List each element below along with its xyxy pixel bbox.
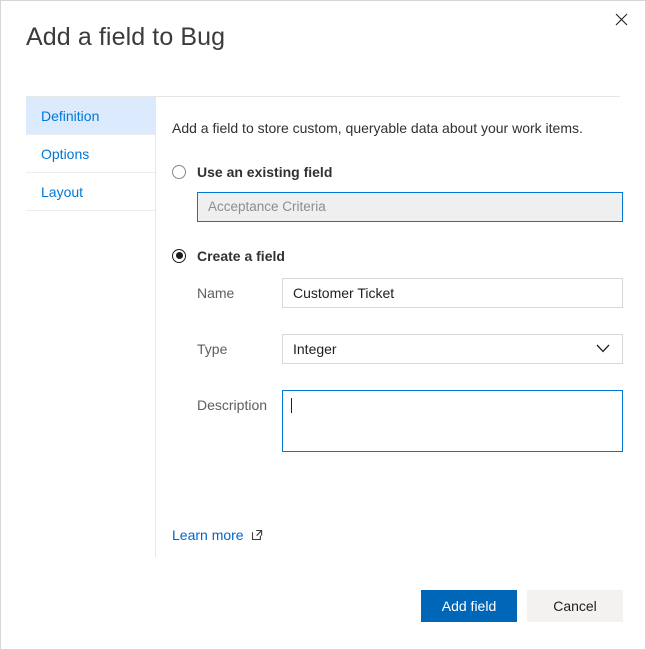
- chevron-down-icon: [596, 344, 610, 353]
- description-textarea[interactable]: [282, 389, 623, 452]
- dialog-footer: Add field Cancel: [1, 557, 645, 649]
- name-input[interactable]: Customer Ticket: [282, 277, 623, 308]
- cancel-button[interactable]: Cancel: [527, 590, 623, 622]
- tab-options-label: Options: [41, 145, 90, 162]
- type-row: Type Integer: [197, 333, 623, 364]
- tab-definition[interactable]: Definition: [26, 97, 155, 135]
- add-field-dialog: Add a field to Bug Definition Options La…: [0, 0, 646, 650]
- existing-field-select[interactable]: Acceptance Criteria: [197, 191, 623, 222]
- page-title: Add a field to Bug: [26, 23, 226, 51]
- tab-layout-label: Layout: [41, 183, 84, 200]
- close-icon[interactable]: [606, 4, 636, 34]
- type-label: Type: [197, 340, 228, 357]
- name-control: Customer Ticket: [282, 277, 623, 308]
- create-field-label: Create a field: [197, 247, 285, 264]
- use-existing-field-option[interactable]: Use an existing field: [172, 164, 623, 180]
- learn-more-label: Learn more: [172, 527, 244, 543]
- name-label: Name: [197, 284, 235, 301]
- use-existing-field-label: Use an existing field: [197, 163, 333, 180]
- name-row: Name Customer Ticket: [197, 277, 623, 308]
- tab-options[interactable]: Options: [26, 135, 155, 173]
- dialog-body: Definition Options Layout Add a field to…: [1, 97, 645, 557]
- learn-more-link[interactable]: Learn more: [172, 527, 263, 543]
- create-field-form: Name Customer Ticket Type Integer Descri…: [172, 277, 623, 452]
- type-control: Integer: [282, 333, 623, 364]
- panel-description: Add a field to store custom, queryable d…: [172, 120, 583, 136]
- type-selected-value: Integer: [293, 340, 337, 357]
- description-control: [282, 389, 623, 452]
- definition-panel: Add a field to store custom, queryable d…: [172, 97, 623, 557]
- description-label: Description: [197, 396, 268, 413]
- footer-button-group: Add field Cancel: [421, 590, 623, 622]
- tab-definition-label: Definition: [41, 107, 100, 124]
- create-field-radio[interactable]: [172, 248, 186, 263]
- description-row: Description: [197, 389, 623, 452]
- external-link-icon: [251, 529, 263, 541]
- add-field-button[interactable]: Add field: [421, 590, 517, 622]
- text-cursor: [291, 397, 292, 413]
- tab-list: Definition Options Layout: [26, 97, 156, 557]
- tab-layout[interactable]: Layout: [26, 173, 155, 211]
- dialog-header: Add a field to Bug: [1, 1, 645, 97]
- existing-field-wrap: Acceptance Criteria: [172, 191, 623, 222]
- name-input-value: Customer Ticket: [293, 284, 395, 301]
- create-field-option[interactable]: Create a field: [172, 248, 623, 264]
- close-glyph: [615, 13, 627, 25]
- use-existing-field-radio[interactable]: [172, 164, 186, 179]
- type-dropdown[interactable]: Integer: [282, 333, 623, 364]
- existing-field-value: Acceptance Criteria: [208, 199, 326, 215]
